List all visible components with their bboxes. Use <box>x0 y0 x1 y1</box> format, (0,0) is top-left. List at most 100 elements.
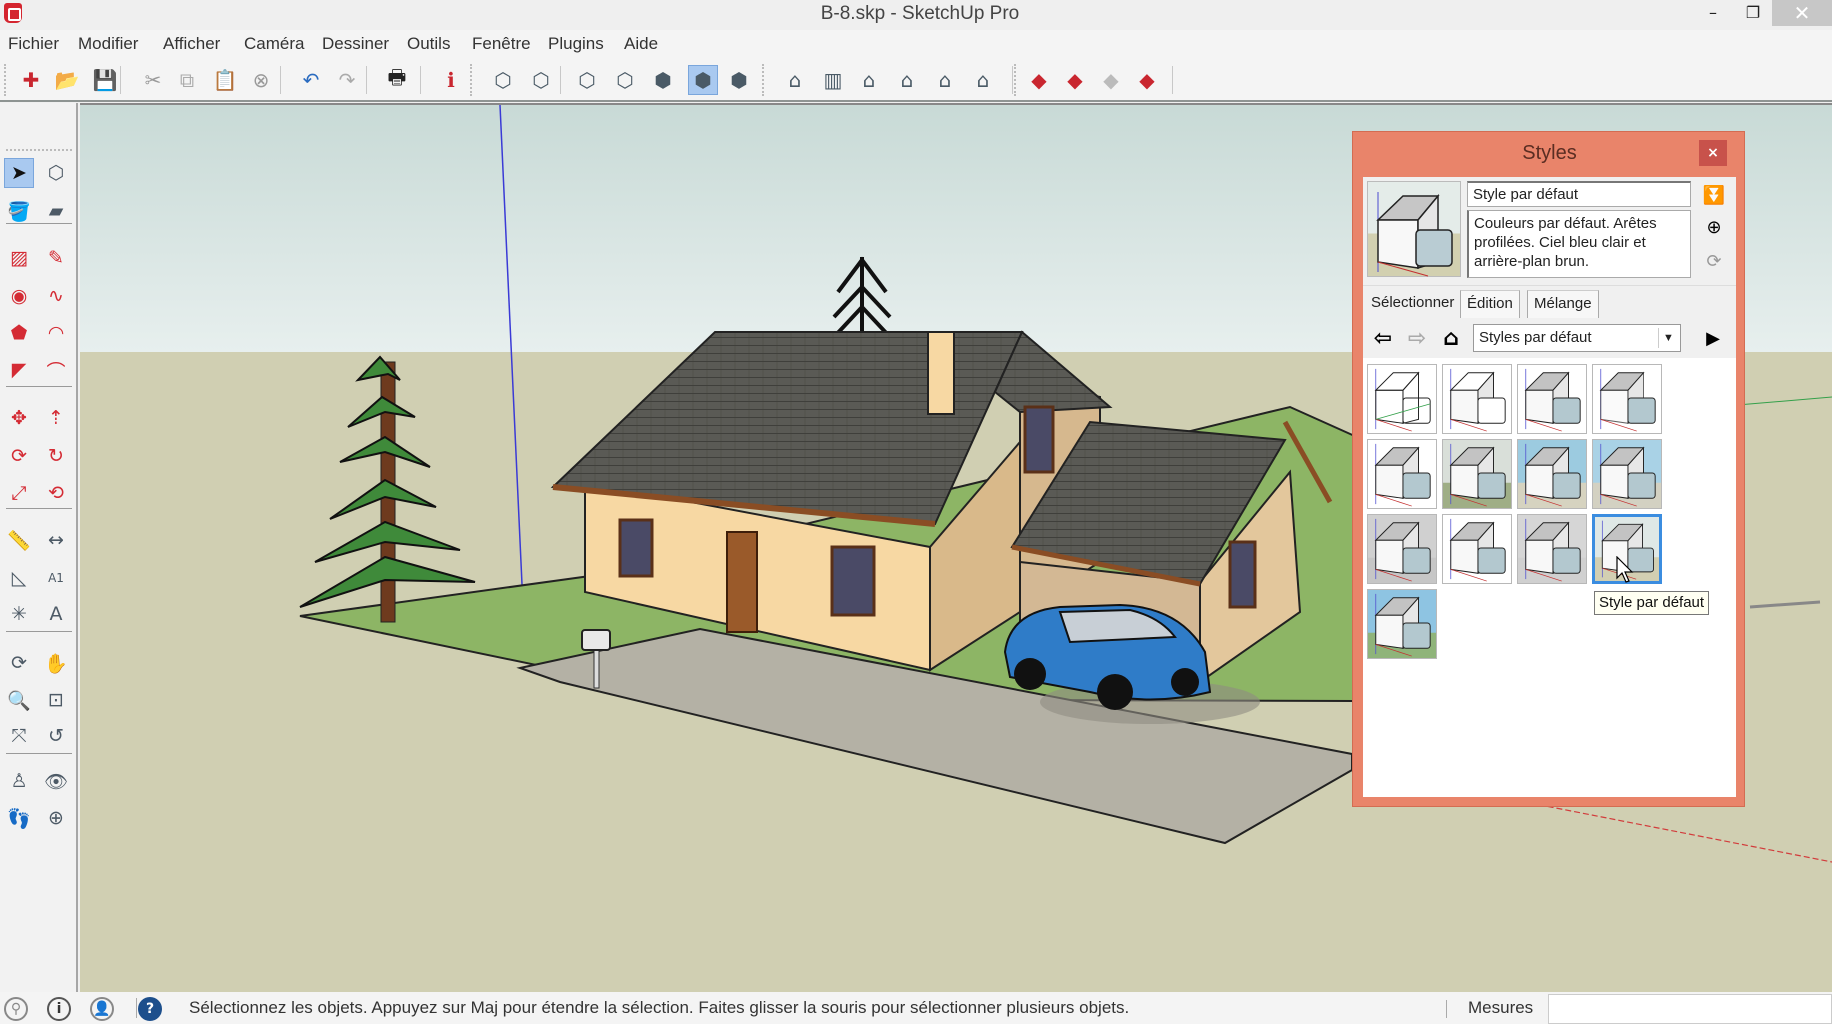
text-tool-icon[interactable]: A1 <box>41 563 71 593</box>
style-swatch[interactable] <box>1442 364 1512 434</box>
back-view-icon[interactable]: ⌂ <box>930 65 960 95</box>
pie-tool-icon[interactable]: ◤ <box>4 355 34 385</box>
toolbar-grip[interactable] <box>4 64 6 96</box>
chevron-down-icon[interactable]: ▼ <box>1658 328 1678 348</box>
hidden-line-icon[interactable]: ⬡ <box>610 65 640 95</box>
orbit-tool-icon[interactable]: ⟳ <box>4 648 34 678</box>
help-icon[interactable]: ? <box>138 997 162 1021</box>
home-icon[interactable]: ⌂ <box>1437 324 1465 352</box>
toolbar-grip[interactable] <box>1014 64 1016 96</box>
push-pull-icon[interactable]: ⇡ <box>41 403 71 433</box>
make-component-icon[interactable]: ⬡ <box>41 158 71 188</box>
zoom-extents-icon[interactable]: ⤧ <box>4 721 34 751</box>
warehouse-icon[interactable]: ◆ <box>1024 65 1054 95</box>
create-new-style-icon[interactable]: ⊕ <box>1701 213 1727 241</box>
paste-icon[interactable]: 📋 <box>210 65 240 95</box>
polygon-tool-icon[interactable]: ⬟ <box>4 318 34 348</box>
open-folder-icon[interactable]: 📂 <box>52 65 82 95</box>
wireframe-icon[interactable]: ⬡ <box>572 65 602 95</box>
menu-plugins[interactable]: Plugins <box>548 34 604 54</box>
shaded-textures-icon[interactable]: ⬢ <box>688 65 718 95</box>
style-name-field[interactable]: Style par défaut <box>1467 181 1691 207</box>
copy-icon[interactable]: ⧉ <box>172 65 202 95</box>
undo-icon[interactable]: ↶ <box>296 65 326 95</box>
cut-icon[interactable]: ✂ <box>138 65 168 95</box>
extension-warehouse-icon[interactable]: ◆ <box>1132 65 1162 95</box>
line-tool-icon[interactable]: ✎ <box>41 243 71 273</box>
tape-measure-icon[interactable]: 📏 <box>4 525 34 555</box>
geo-location-icon[interactable]: ⚲ <box>4 997 28 1021</box>
toolbar-grip[interactable] <box>470 64 472 96</box>
pan-tool-icon[interactable]: ✋ <box>41 648 71 678</box>
freehand-tool-icon[interactable]: ∿ <box>41 281 71 311</box>
details-menu-icon[interactable]: ▶ <box>1699 324 1727 352</box>
user-account-icon[interactable]: 👤 <box>90 997 114 1021</box>
scale-tool-icon[interactable]: ⤢ <box>4 478 34 508</box>
front-view-icon[interactable]: ⌂ <box>854 65 884 95</box>
style-swatch[interactable] <box>1517 439 1587 509</box>
palette-grip[interactable] <box>6 149 72 151</box>
back-arrow-icon[interactable]: ⇦ <box>1369 324 1397 352</box>
paint-bucket-icon[interactable]: 🪣 <box>4 196 34 226</box>
styles-panel-close-button[interactable]: × <box>1699 140 1727 166</box>
menu-modifier[interactable]: Modifier <box>78 34 138 54</box>
style-swatch[interactable] <box>1442 439 1512 509</box>
menu-afficher[interactable]: Afficher <box>163 34 220 54</box>
update-style-icon[interactable]: ⟳ <box>1701 247 1727 275</box>
redo-icon[interactable]: ↷ <box>332 65 362 95</box>
top-view-icon[interactable]: ▥ <box>818 65 848 95</box>
previous-view-icon[interactable]: ↺ <box>41 721 71 751</box>
credits-icon[interactable]: i <box>47 997 71 1021</box>
menu-fichier[interactable]: Fichier <box>8 34 59 54</box>
print-icon[interactable]: 🖶 <box>382 65 412 95</box>
back-edges-icon[interactable]: ⬡ <box>526 65 556 95</box>
menu-dessiner[interactable]: Dessiner <box>322 34 389 54</box>
protractor-icon[interactable]: ◺ <box>4 563 34 593</box>
axes-tool-icon[interactable]: ✳ <box>4 599 34 629</box>
style-swatch[interactable] <box>1442 514 1512 584</box>
tab-edition[interactable]: Édition <box>1460 290 1520 318</box>
rectangle-tool-icon[interactable]: ▨ <box>4 243 34 273</box>
share-component-icon[interactable]: ◆ <box>1096 65 1126 95</box>
style-swatch[interactable] <box>1592 439 1662 509</box>
shaded-icon[interactable]: ⬢ <box>648 65 678 95</box>
tab-selectionner[interactable]: Sélectionner <box>1365 290 1461 318</box>
eraser-icon[interactable]: ▰ <box>41 196 71 226</box>
tab-melange[interactable]: Mélange <box>1527 290 1599 318</box>
style-swatch[interactable] <box>1517 514 1587 584</box>
new-file-icon[interactable]: ✚ <box>16 65 46 95</box>
style-swatch[interactable] <box>1592 364 1662 434</box>
forward-arrow-icon[interactable]: ⇨ <box>1403 324 1431 352</box>
dimension-tool-icon[interactable]: ↔ <box>41 525 71 555</box>
right-view-icon[interactable]: ⌂ <box>892 65 922 95</box>
arc-tool-icon[interactable]: ◠ <box>41 318 71 348</box>
measurements-input[interactable] <box>1548 994 1832 1024</box>
style-swatch[interactable] <box>1367 514 1437 584</box>
iso-view-icon[interactable]: ⌂ <box>780 65 810 95</box>
model-info-icon[interactable]: ℹ <box>436 65 466 95</box>
style-description-field[interactable]: Couleurs par défaut. Arêtes profilées. C… <box>1467 210 1691 278</box>
rotate-tool-icon[interactable]: ⟳ <box>4 441 34 471</box>
style-swatch[interactable] <box>1367 364 1437 434</box>
style-library-select[interactable]: Styles par défaut ▼ <box>1473 324 1681 352</box>
xray-icon[interactable]: ⬡ <box>488 65 518 95</box>
close-window-button[interactable]: ✕ <box>1772 0 1832 26</box>
section-plane-icon[interactable]: ⊕ <box>41 803 71 833</box>
left-view-icon[interactable]: ⌂ <box>968 65 998 95</box>
position-camera-icon[interactable]: ♙ <box>4 766 34 796</box>
save-icon[interactable]: 💾 <box>90 65 120 95</box>
two-point-arc-icon[interactable]: ⌒ <box>41 355 71 385</box>
follow-me-icon[interactable]: ↻ <box>41 441 71 471</box>
look-around-icon[interactable]: 👁 <box>41 766 71 796</box>
offset-tool-icon[interactable]: ⟲ <box>41 478 71 508</box>
zoom-window-icon[interactable]: ⊡ <box>41 685 71 715</box>
style-swatch[interactable] <box>1367 439 1437 509</box>
show-secondary-pane-icon[interactable]: ⏬ <box>1701 181 1727 209</box>
maximize-button[interactable]: ❐ <box>1730 0 1776 26</box>
circle-tool-icon[interactable]: ◉ <box>4 281 34 311</box>
walk-tool-icon[interactable]: 👣 <box>4 803 34 833</box>
menu-outils[interactable]: Outils <box>407 34 450 54</box>
select-tool-icon[interactable]: ➤ <box>4 158 34 188</box>
style-swatch[interactable] <box>1367 589 1437 659</box>
style-swatch[interactable] <box>1517 364 1587 434</box>
